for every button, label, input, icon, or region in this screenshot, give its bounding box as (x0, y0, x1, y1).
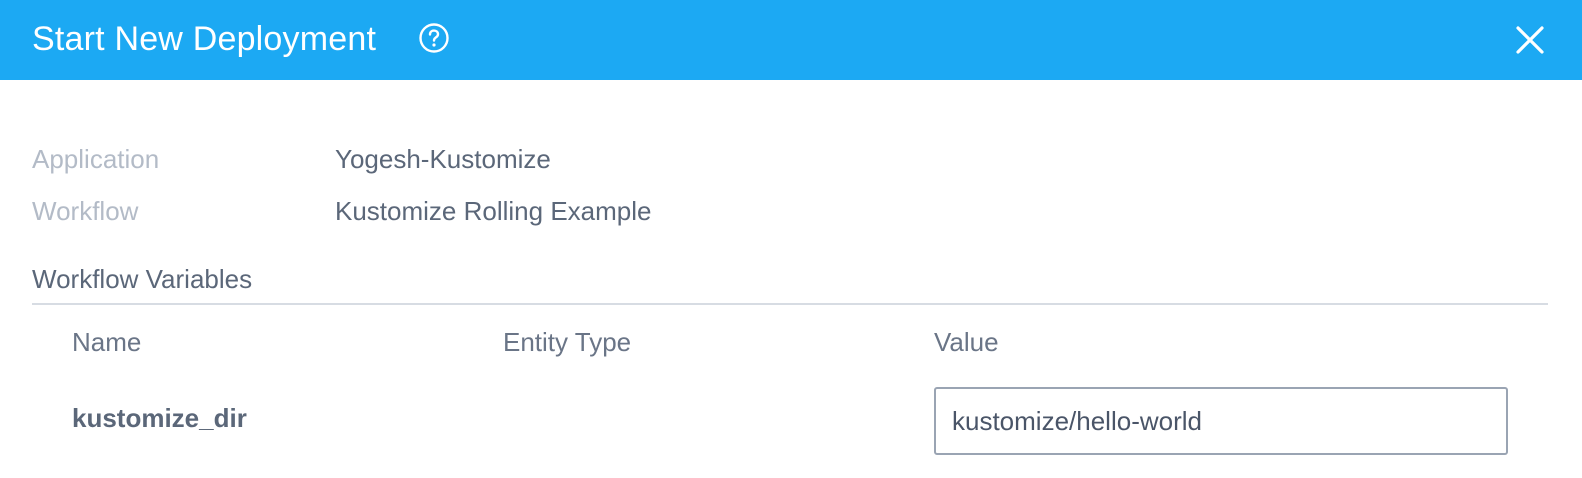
variable-value-input[interactable] (934, 387, 1508, 455)
workflow-value: Kustomize Rolling Example (335, 196, 652, 226)
application-label: Application (32, 144, 160, 174)
application-value: Yogesh-Kustomize (335, 144, 551, 174)
variable-name: kustomize_dir (72, 403, 247, 433)
dialog-header: Start New Deployment (0, 0, 1582, 80)
section-divider (32, 303, 1548, 305)
start-deployment-dialog: Start New Deployment Application Yogesh-… (0, 0, 1582, 478)
dialog-title: Start New Deployment (32, 20, 377, 58)
workflow-label: Workflow (32, 196, 139, 226)
column-header-value: Value (934, 327, 999, 357)
workflow-variables-title: Workflow Variables (32, 264, 253, 294)
column-header-entity-type: Entity Type (503, 327, 632, 357)
help-icon[interactable] (418, 22, 450, 54)
column-header-name: Name (72, 327, 142, 357)
close-icon[interactable] (1514, 24, 1546, 56)
